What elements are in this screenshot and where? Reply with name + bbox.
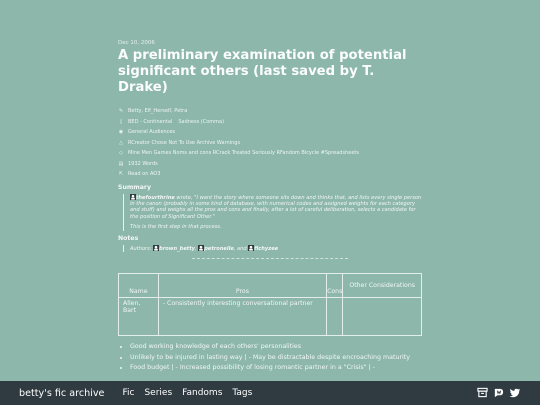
meta-relationships: ✎ Betty, Elf_Herself, Petra [118,106,423,117]
social-icons [472,387,520,398]
header-cons: Cons [326,273,344,298]
header-other: Other Considerations [342,273,422,298]
meta-rating: ▯ BED - Continental Sadness (Comma) [118,117,423,128]
list-item: Good working knowledge of each others' p… [130,342,430,353]
cell-pros: - Consistently interesting conversationa… [157,297,328,336]
words-value: 1932 Words [128,160,158,167]
read-on-ao3-link[interactable]: Read on AO3 [128,171,160,177]
nav-fic[interactable]: Fic [122,388,134,398]
audience-value[interactable]: General Audiences [128,129,175,135]
bottom-navbar: betty's fic archive Fic Series Fandoms T… [0,381,540,405]
list-item: Food budget | - Increased possibility of… [130,363,430,374]
summary-quote: thefourthrine wrote, "I want the story w… [123,193,423,231]
relationships-value[interactable]: Betty, Elf_Herself, Petra [128,108,187,114]
summary-paragraph: thefourthrine wrote, "I want the story w… [130,193,423,221]
notes-body: Authors: brown_betty, petronelle, and fi… [123,244,423,252]
rating-value[interactable]: BED - Continental [128,119,172,125]
comparison-table: Name Pros Cons Other Considerations Alle… [118,273,422,336]
list-item: Unlikely to be injured in lasting way | … [130,353,430,364]
header-pros: Pros [157,273,328,298]
summary-author-link[interactable]: thefourthrine [136,195,175,201]
considerations-list: Good working knowledge of each others' p… [118,342,430,374]
header-name: Name [118,273,159,298]
warning-icon: △ [119,139,123,146]
document-icon: ▤ [118,160,124,167]
summary-line2: This is the first step in that process. [130,224,222,231]
twitter-icon[interactable] [509,387,520,398]
category-value[interactable]: Sadness (Comma) [178,119,224,125]
work-title: A preliminary examination of potential s… [118,48,407,95]
tag-icon: ◇ [119,150,123,157]
cell-name: Allen, Bart [118,297,159,336]
archive-icon[interactable] [477,387,488,398]
table-row: Allen, Bart - Consistently interesting c… [118,297,422,336]
nav-links: Fic Series Fandoms Tags [122,388,262,398]
table-header-row: Name Pros Cons Other Considerations [118,273,422,298]
meta-words: ▤ 1932 Words [118,159,423,170]
notes-author-1[interactable]: brown_betty [159,246,195,252]
book-icon: ▯ [119,118,123,125]
notes-heading: Notes [118,234,139,242]
eye-icon: ◉ [118,129,124,136]
tags-value[interactable]: Mine Men Games Noms and cons RCrack Trea… [128,150,359,156]
section-divider [192,258,348,259]
pencil-icon: ✎ [118,108,124,115]
external-link-icon: ⇱ [118,171,124,178]
warnings-value[interactable]: RCreator Chose Not To Use Archive Warnin… [128,140,240,146]
notes-prefix: Authors: [130,245,154,252]
notes-sep-2: , and [233,245,249,252]
meta-read-link: ⇱ Read on AO3 [118,169,423,180]
dreamwidth-icon[interactable] [493,387,504,398]
cell-other [342,297,422,336]
summary-heading: Summary [118,183,152,191]
site-brand-link[interactable]: betty's fic archive [19,388,104,399]
work-date: Dec 10, 2006 [118,40,155,46]
notes-author-2[interactable]: petronelle [204,246,234,252]
cell-cons [326,297,344,336]
nav-fandoms[interactable]: Fandoms [182,388,222,398]
nav-series[interactable]: Series [144,388,172,398]
meta-audience: ◉ General Audiences [118,127,423,138]
work-header: Dec 10, 2006 A preliminary examination o… [118,40,423,252]
meta-warnings: △ RCreator Chose Not To Use Archive Warn… [118,138,423,149]
nav-tags[interactable]: Tags [232,388,252,398]
meta-tags: ◇ Mine Men Games Noms and cons RCrack Tr… [118,148,423,159]
notes-author-3[interactable]: fichyzee [254,246,278,252]
